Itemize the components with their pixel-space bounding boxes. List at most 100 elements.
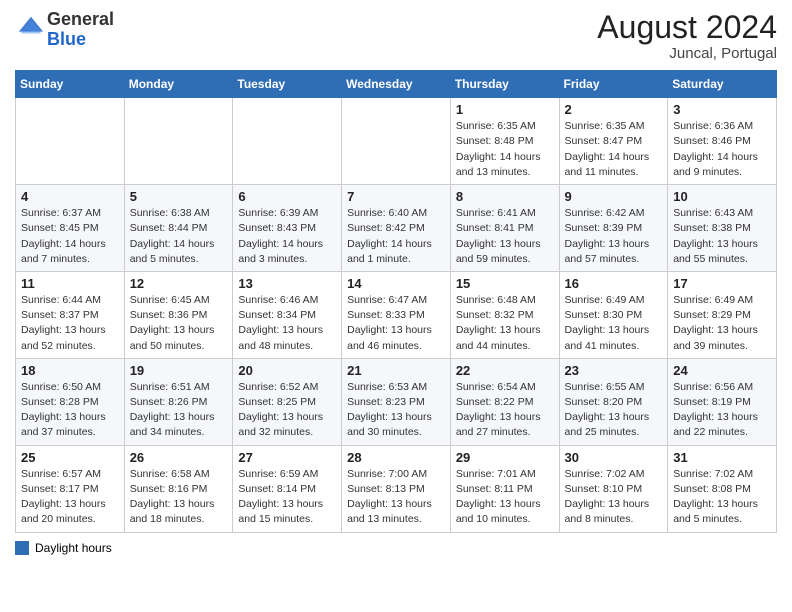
day-number: 1 — [456, 102, 554, 117]
day-info: Sunrise: 6:49 AM Sunset: 8:30 PM Dayligh… — [565, 293, 663, 354]
calendar-cell: 14Sunrise: 6:47 AM Sunset: 8:33 PM Dayli… — [342, 271, 451, 358]
day-number: 19 — [130, 363, 228, 378]
day-info: Sunrise: 6:36 AM Sunset: 8:46 PM Dayligh… — [673, 119, 771, 180]
calendar-cell: 29 Sunrise: 7:01 AM Sunset: 8:11 PM Dayli… — [450, 445, 559, 532]
calendar-cell: 31 Sunrise: 7:02 AM Sunset: 8:08 PM Dayli… — [668, 445, 777, 532]
column-header-friday: Friday — [559, 71, 668, 98]
day-number: 21 — [347, 363, 445, 378]
calendar-header-row: SundayMondayTuesdayWednesdayThursdayFrid… — [16, 71, 777, 98]
day-info: Sunrise: 7:02 AM Sunset: 8:10 PM Dayligh… — [565, 467, 663, 528]
logo-icon — [17, 13, 45, 41]
day-number: 9 — [565, 189, 663, 204]
day-number: 6 — [238, 189, 336, 204]
calendar-cell: 18 Sunrise: 6:50 AM Sunset: 8:28 PM Dayli… — [16, 358, 125, 445]
calendar-cell: 8 Sunrise: 6:41 AM Sunset: 8:41 PM Daylig… — [450, 185, 559, 272]
calendar-cell: 25 Sunrise: 6:57 AM Sunset: 8:17 PM Dayli… — [16, 445, 125, 532]
day-info: Sunrise: 6:48 AM Sunset: 8:32 PM Dayligh… — [456, 293, 554, 354]
legend-label: Daylight hours — [35, 541, 112, 555]
logo: General Blue — [15, 10, 114, 50]
day-info: Sunrise: 6:57 AM Sunset: 8:17 PM Dayligh… — [21, 467, 119, 528]
day-info: Sunrise: 7:02 AM Sunset: 8:08 PM Dayligh… — [673, 467, 771, 528]
day-number: 27 — [238, 450, 336, 465]
calendar-cell: 15 Sunrise: 6:48 AM Sunset: 8:32 PM Dayli… — [450, 271, 559, 358]
calendar-cell: 9 Sunrise: 6:42 AM Sunset: 8:39 PM Daylig… — [559, 185, 668, 272]
day-number: 8 — [456, 189, 554, 204]
column-header-monday: Monday — [124, 71, 233, 98]
day-number: 5 — [130, 189, 228, 204]
day-info: Sunrise: 6:58 AM Sunset: 8:16 PM Dayligh… — [130, 467, 228, 528]
calendar-cell: 26 Sunrise: 6:58 AM Sunset: 8:16 PM Dayli… — [124, 445, 233, 532]
calendar-cell: 10Sunrise: 6:43 AM Sunset: 8:38 PM Dayli… — [668, 185, 777, 272]
calendar-cell: 22Sunrise: 6:54 AM Sunset: 8:22 PM Dayli… — [450, 358, 559, 445]
calendar-cell: 27Sunrise: 6:59 AM Sunset: 8:14 PM Dayli… — [233, 445, 342, 532]
calendar-cell: 28Sunrise: 7:00 AM Sunset: 8:13 PM Dayli… — [342, 445, 451, 532]
calendar-cell: 5 Sunrise: 6:38 AM Sunset: 8:44 PM Daylig… — [124, 185, 233, 272]
calendar-cell: 19 Sunrise: 6:51 AM Sunset: 8:26 PM Dayli… — [124, 358, 233, 445]
calendar-table: SundayMondayTuesdayWednesdayThursdayFrid… — [15, 70, 777, 532]
day-number: 30 — [565, 450, 663, 465]
day-number: 31 — [673, 450, 771, 465]
day-info: Sunrise: 6:49 AM Sunset: 8:29 PM Dayligh… — [673, 293, 771, 354]
logo-blue-text: Blue — [47, 29, 86, 49]
calendar-week-row: 18 Sunrise: 6:50 AM Sunset: 8:28 PM Dayli… — [16, 358, 777, 445]
day-info: Sunrise: 6:40 AM Sunset: 8:42 PM Dayligh… — [347, 206, 445, 267]
day-number: 20 — [238, 363, 336, 378]
page-header: General Blue August 2024 Juncal, Portuga… — [15, 10, 777, 62]
day-number: 26 — [130, 450, 228, 465]
day-number: 23 — [565, 363, 663, 378]
day-info: Sunrise: 6:43 AM Sunset: 8:38 PM Dayligh… — [673, 206, 771, 267]
day-info: Sunrise: 6:56 AM Sunset: 8:19 PM Dayligh… — [673, 380, 771, 441]
calendar-cell — [342, 98, 451, 185]
calendar-cell: 1 Sunrise: 6:35 AM Sunset: 8:48 PM Daylig… — [450, 98, 559, 185]
day-number: 12 — [130, 276, 228, 291]
day-info: Sunrise: 6:54 AM Sunset: 8:22 PM Dayligh… — [456, 380, 554, 441]
day-info: Sunrise: 6:45 AM Sunset: 8:36 PM Dayligh… — [130, 293, 228, 354]
calendar-cell: 21 Sunrise: 6:53 AM Sunset: 8:23 PM Dayli… — [342, 358, 451, 445]
day-number: 3 — [673, 102, 771, 117]
day-info: Sunrise: 7:01 AM Sunset: 8:11 PM Dayligh… — [456, 467, 554, 528]
calendar-cell: 2Sunrise: 6:35 AM Sunset: 8:47 PM Daylig… — [559, 98, 668, 185]
calendar-cell: 24 Sunrise: 6:56 AM Sunset: 8:19 PM Dayli… — [668, 358, 777, 445]
day-number: 15 — [456, 276, 554, 291]
column-header-sunday: Sunday — [16, 71, 125, 98]
day-number: 13 — [238, 276, 336, 291]
calendar-week-row: 25 Sunrise: 6:57 AM Sunset: 8:17 PM Dayli… — [16, 445, 777, 532]
day-number: 4 — [21, 189, 119, 204]
day-info: Sunrise: 7:00 AM Sunset: 8:13 PM Dayligh… — [347, 467, 445, 528]
calendar-cell: 12 Sunrise: 6:45 AM Sunset: 8:36 PM Dayli… — [124, 271, 233, 358]
day-number: 18 — [21, 363, 119, 378]
day-info: Sunrise: 6:55 AM Sunset: 8:20 PM Dayligh… — [565, 380, 663, 441]
day-info: Sunrise: 6:38 AM Sunset: 8:44 PM Dayligh… — [130, 206, 228, 267]
calendar-cell: 4 Sunrise: 6:37 AM Sunset: 8:45 PM Daylig… — [16, 185, 125, 272]
day-number: 29 — [456, 450, 554, 465]
calendar-cell: 16Sunrise: 6:49 AM Sunset: 8:30 PM Dayli… — [559, 271, 668, 358]
calendar-cell — [16, 98, 125, 185]
calendar-cell: 23 Sunrise: 6:55 AM Sunset: 8:20 PM Dayli… — [559, 358, 668, 445]
calendar-cell: 3 Sunrise: 6:36 AM Sunset: 8:46 PM Daylig… — [668, 98, 777, 185]
day-info: Sunrise: 6:50 AM Sunset: 8:28 PM Dayligh… — [21, 380, 119, 441]
column-header-saturday: Saturday — [668, 71, 777, 98]
calendar-cell — [233, 98, 342, 185]
day-number: 14 — [347, 276, 445, 291]
day-info: Sunrise: 6:53 AM Sunset: 8:23 PM Dayligh… — [347, 380, 445, 441]
calendar-cell: 6 Sunrise: 6:39 AM Sunset: 8:43 PM Daylig… — [233, 185, 342, 272]
day-number: 17 — [673, 276, 771, 291]
day-info: Sunrise: 6:39 AM Sunset: 8:43 PM Dayligh… — [238, 206, 336, 267]
legend-color-box — [15, 541, 29, 555]
calendar-cell: 11Sunrise: 6:44 AM Sunset: 8:37 PM Dayli… — [16, 271, 125, 358]
calendar-cell: 7 Sunrise: 6:40 AM Sunset: 8:42 PM Daylig… — [342, 185, 451, 272]
calendar-cell — [124, 98, 233, 185]
calendar-cell: 20Sunrise: 6:52 AM Sunset: 8:25 PM Dayli… — [233, 358, 342, 445]
calendar-week-row: 1 Sunrise: 6:35 AM Sunset: 8:48 PM Daylig… — [16, 98, 777, 185]
day-info: Sunrise: 6:46 AM Sunset: 8:34 PM Dayligh… — [238, 293, 336, 354]
day-number: 25 — [21, 450, 119, 465]
day-info: Sunrise: 6:35 AM Sunset: 8:48 PM Dayligh… — [456, 119, 554, 180]
day-number: 24 — [673, 363, 771, 378]
day-info: Sunrise: 6:37 AM Sunset: 8:45 PM Dayligh… — [21, 206, 119, 267]
column-header-tuesday: Tuesday — [233, 71, 342, 98]
calendar-cell: 30 Sunrise: 7:02 AM Sunset: 8:10 PM Dayli… — [559, 445, 668, 532]
day-info: Sunrise: 6:51 AM Sunset: 8:26 PM Dayligh… — [130, 380, 228, 441]
day-number: 7 — [347, 189, 445, 204]
day-info: Sunrise: 6:41 AM Sunset: 8:41 PM Dayligh… — [456, 206, 554, 267]
day-info: Sunrise: 6:42 AM Sunset: 8:39 PM Dayligh… — [565, 206, 663, 267]
